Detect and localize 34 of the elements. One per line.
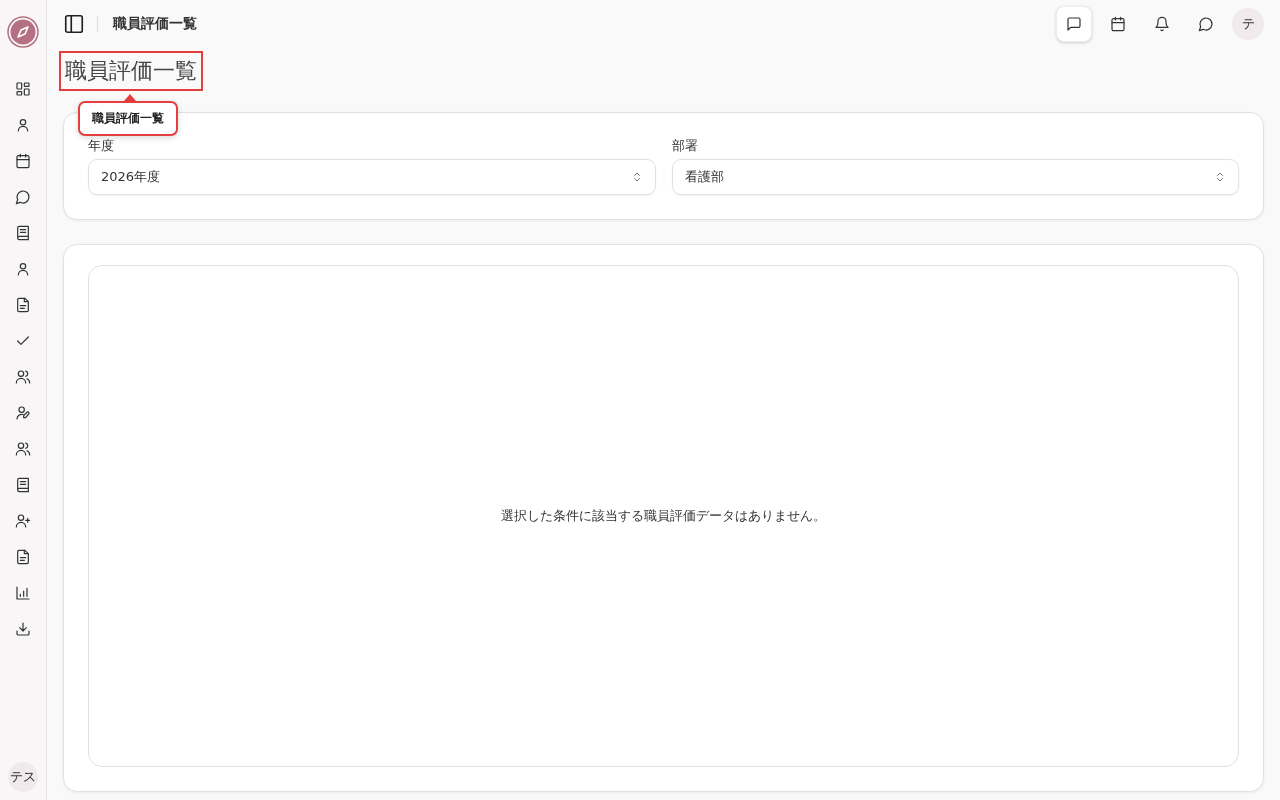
book-icon[interactable] — [15, 225, 31, 241]
message-icon — [1066, 16, 1082, 32]
dashboard-icon[interactable] — [15, 81, 31, 97]
page-title: 職員評価一覧 — [59, 51, 203, 91]
user-edit-icon[interactable] — [15, 405, 31, 421]
chat-bubble-icon — [1198, 16, 1214, 32]
user-plus-icon[interactable] — [15, 513, 31, 529]
select-field[interactable]: 看護部 — [671, 159, 1239, 195]
document-icon[interactable] — [15, 549, 31, 565]
sidebar-toggle-icon[interactable] — [63, 13, 85, 35]
compass-logo-icon[interactable] — [7, 16, 39, 48]
user-icon[interactable] — [15, 117, 31, 133]
breadcrumb-title: 職員評価一覧 — [113, 15, 197, 33]
bell-icon — [1154, 16, 1170, 32]
download-icon[interactable] — [15, 621, 31, 637]
chat-bubble-icon[interactable] — [15, 189, 31, 205]
select-field[interactable]: 2026年度 — [88, 159, 656, 195]
message-button[interactable] — [1056, 6, 1092, 42]
book-icon[interactable] — [15, 477, 31, 493]
users-icon[interactable] — [15, 441, 31, 457]
user-avatar[interactable]: テ — [1232, 8, 1264, 40]
tooltip-arrow-icon — [124, 94, 136, 101]
user-avatar[interactable]: テス — [8, 762, 38, 792]
users-icon[interactable] — [15, 369, 31, 385]
document-icon[interactable] — [15, 297, 31, 313]
chevron-updown-icon — [1214, 171, 1226, 183]
calendar-icon[interactable] — [15, 153, 31, 169]
bar-chart-icon[interactable] — [15, 585, 31, 601]
filter-label: 年度 — [88, 137, 115, 155]
tooltip: 職員評価一覧 — [78, 101, 178, 136]
filter-label: 部署 — [671, 137, 699, 155]
user-icon[interactable] — [15, 261, 31, 277]
empty-message: 選択した条件に該当する職員評価データはありません。 — [501, 507, 826, 525]
calendar-icon — [1110, 16, 1126, 32]
